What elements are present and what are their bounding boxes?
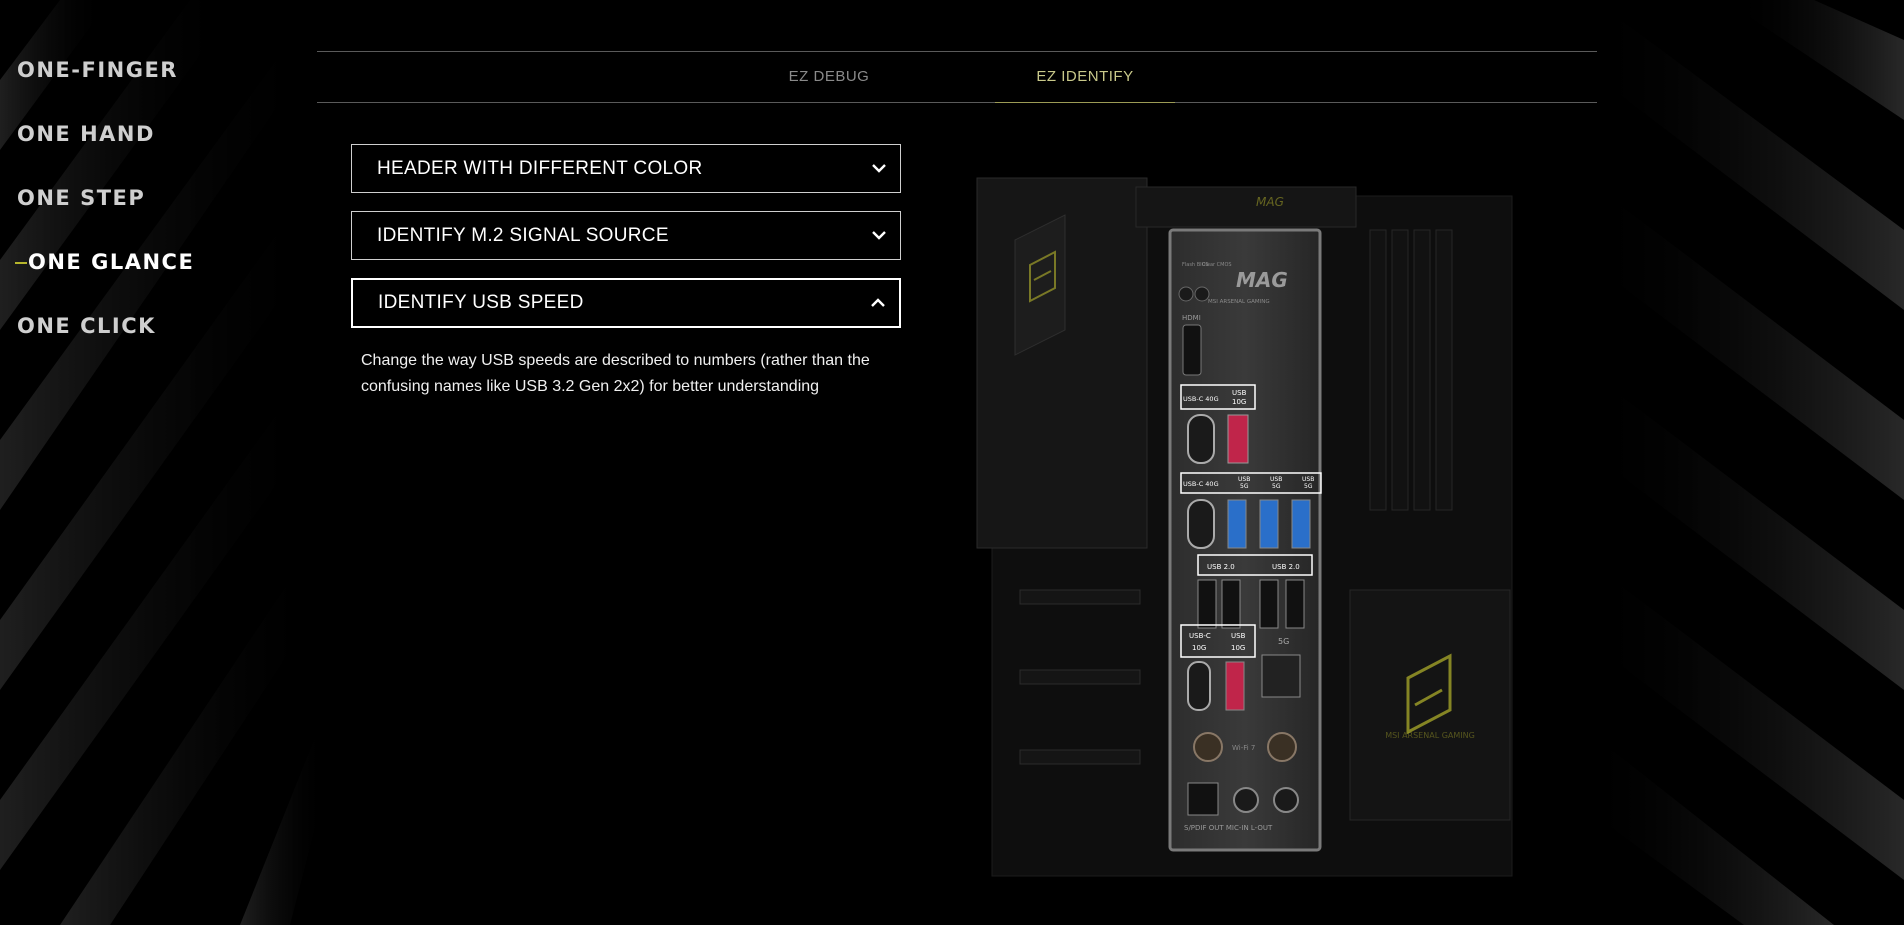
clear-cmos-button — [1194, 286, 1210, 302]
usb-c-10g-label: USB-C — [1189, 632, 1211, 640]
usb-2-label: USB 2.0 — [1272, 563, 1300, 571]
usb-c-10g-speed: 10G — [1192, 644, 1206, 652]
usb-c-port — [1187, 661, 1211, 711]
usb-5g-label: USB — [1238, 476, 1250, 483]
flash-bios-button — [1178, 286, 1194, 302]
usb-a-port-red — [1225, 661, 1245, 711]
side-nav-item-one-step[interactable]: ONE STEP — [17, 180, 277, 244]
usb-10g-label-speed: 10G — [1232, 398, 1246, 406]
active-indicator-dash — [15, 262, 27, 264]
usb-5g-speed: 5G — [1304, 483, 1313, 490]
io-brand-subtitle: MSI ARSENAL GAMING — [1208, 299, 1270, 305]
usb-10g-label: USB — [1231, 632, 1246, 640]
spdif-port — [1187, 782, 1219, 816]
usb-5g-label: USB — [1270, 476, 1282, 483]
svg-text:MAG: MAG — [1256, 195, 1284, 209]
tab-label: EZ IDENTIFY — [1036, 68, 1134, 85]
motherboard-illustration: MAG MSI ARSENAL GAMING MAG MSI ARSENAL G… — [976, 177, 1513, 877]
accordion-title: IDENTIFY USB SPEED — [378, 292, 584, 313]
usb-a-port-red — [1227, 414, 1249, 464]
mic-in-jack — [1233, 787, 1259, 813]
tab-ez-identify[interactable]: EZ IDENTIFY — [995, 52, 1175, 103]
usb-c-port — [1187, 414, 1215, 464]
usb-10g-speed: 10G — [1231, 644, 1245, 652]
feature-accordion: HEADER WITH DIFFERENT COLOR IDENTIFY M.2… — [351, 144, 901, 400]
tread-pattern-right — [1574, 0, 1904, 925]
side-nav-item-label: ONE CLICK — [17, 314, 156, 338]
tab-label: EZ DEBUG — [788, 68, 870, 85]
audio-labels: S/PDIF OUT MIC-IN L-OUT — [1184, 824, 1273, 832]
wifi-antenna-connector — [1267, 732, 1297, 762]
side-nav-item-one-hand[interactable]: ONE HAND — [17, 116, 277, 180]
line-out-jack — [1273, 787, 1299, 813]
usb-a-port-black — [1197, 579, 1217, 629]
lan-port — [1261, 654, 1301, 698]
usb-c-port — [1187, 499, 1215, 549]
clear-cmos-label: Clear CMOS — [1202, 262, 1232, 268]
usb-a-port-black — [1221, 579, 1241, 629]
usb-10g-label: USB — [1232, 389, 1247, 397]
usb-5g-speed: 5G — [1272, 483, 1281, 490]
hdmi-port — [1182, 324, 1202, 376]
chevron-down-icon — [872, 164, 886, 173]
accordion-body-text: Change the way USB speeds are described … — [361, 352, 870, 395]
side-nav-item-label: ONE-FINGER — [17, 58, 178, 82]
io-brand-logo: MAG — [1236, 268, 1288, 292]
usb-c-40g-label: USB-C 40G — [1183, 480, 1219, 488]
accordion-identify-m2-signal-source[interactable]: IDENTIFY M.2 SIGNAL SOURCE — [351, 211, 901, 260]
side-nav-item-one-click[interactable]: ONE CLICK — [17, 308, 277, 372]
side-nav-item-label: ONE STEP — [17, 186, 146, 210]
wifi-label: Wi-Fi 7 — [1232, 744, 1255, 752]
tab-ez-debug[interactable]: EZ DEBUG — [739, 52, 919, 102]
accordion-title: HEADER WITH DIFFERENT COLOR — [377, 158, 703, 179]
usb-a-port-blue — [1291, 499, 1311, 549]
chevron-up-icon — [871, 298, 885, 307]
usb-a-port-blue — [1227, 499, 1247, 549]
accordion-title: IDENTIFY M.2 SIGNAL SOURCE — [377, 225, 669, 246]
usb-a-port-black — [1259, 579, 1279, 629]
chipset-heatsink — [1349, 589, 1511, 821]
tab-strip: EZ DEBUG EZ IDENTIFY — [317, 51, 1597, 103]
usb-2-label: USB 2.0 — [1207, 563, 1235, 571]
usb-c-40g-label: USB-C 40G — [1183, 395, 1219, 403]
side-nav-item-one-finger[interactable]: ONE-FINGER — [17, 52, 277, 116]
lan-speed-label: 5G — [1278, 637, 1289, 646]
side-nav-item-label: ONE GLANCE — [28, 250, 195, 274]
accordion-identify-usb-speed[interactable]: IDENTIFY USB SPEED — [351, 278, 901, 328]
hdmi-label: HDMI — [1182, 314, 1201, 322]
side-nav: ONE-FINGER ONE HAND ONE STEP ONE GLANCE … — [15, 52, 277, 372]
usb-5g-speed: 5G — [1240, 483, 1249, 490]
wifi-antenna-connector — [1193, 732, 1223, 762]
tab-active-underline — [995, 102, 1175, 103]
usb-a-port-black — [1285, 579, 1305, 629]
usb-5g-label: USB — [1302, 476, 1314, 483]
chevron-down-icon — [872, 231, 886, 240]
usb-a-port-blue — [1259, 499, 1279, 549]
side-nav-item-label: ONE HAND — [17, 122, 155, 146]
board-deco-text: MSI ARSENAL GAMING — [1385, 731, 1475, 740]
page: ONE-FINGER ONE HAND ONE STEP ONE GLANCE … — [0, 0, 1904, 925]
side-nav-item-one-glance[interactable]: ONE GLANCE — [15, 244, 277, 308]
accordion-header-with-different-color[interactable]: HEADER WITH DIFFERENT COLOR — [351, 144, 901, 193]
